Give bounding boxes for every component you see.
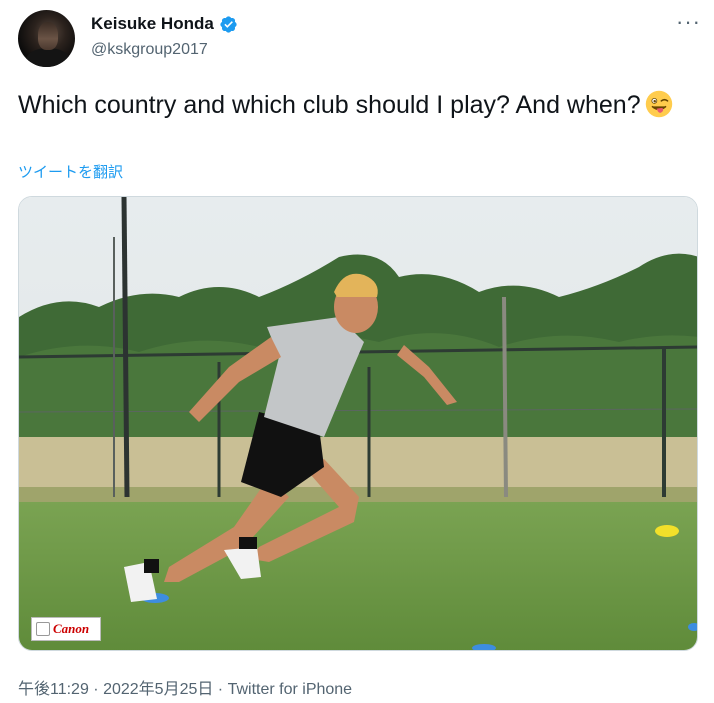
tweet-text-block: Which country and which club should I pl… [18, 87, 678, 123]
canon-mark-icon [36, 622, 50, 636]
tweet-timestamp[interactable]: 午後11:29 · 2022年5月25日 · Twitter for iPhon… [18, 675, 352, 699]
avatar[interactable] [18, 10, 75, 67]
photo-scene [19, 197, 697, 650]
winking-tongue-emoji-icon [645, 90, 672, 118]
tweet-text: Which country and which club should I pl… [18, 91, 641, 119]
author-handle[interactable]: @kskgroup2017 [91, 41, 208, 59]
more-options-icon[interactable]: ··· [676, 11, 701, 33]
author-row: Keisuke Honda [91, 14, 238, 34]
avatar-shoulders [26, 48, 70, 67]
tweet-photo[interactable]: Canon [18, 196, 698, 651]
canon-watermark: Canon [31, 617, 101, 641]
verified-badge-icon [220, 15, 237, 33]
tweet-card: Keisuke Honda @kskgroup2017 ··· Which co… [0, 0, 714, 703]
canon-brand: Canon [53, 621, 90, 636]
avatar-face [38, 22, 58, 50]
translate-tweet-link[interactable]: ツイートを翻訳 [18, 161, 123, 182]
author-name[interactable]: Keisuke Honda [91, 14, 214, 34]
